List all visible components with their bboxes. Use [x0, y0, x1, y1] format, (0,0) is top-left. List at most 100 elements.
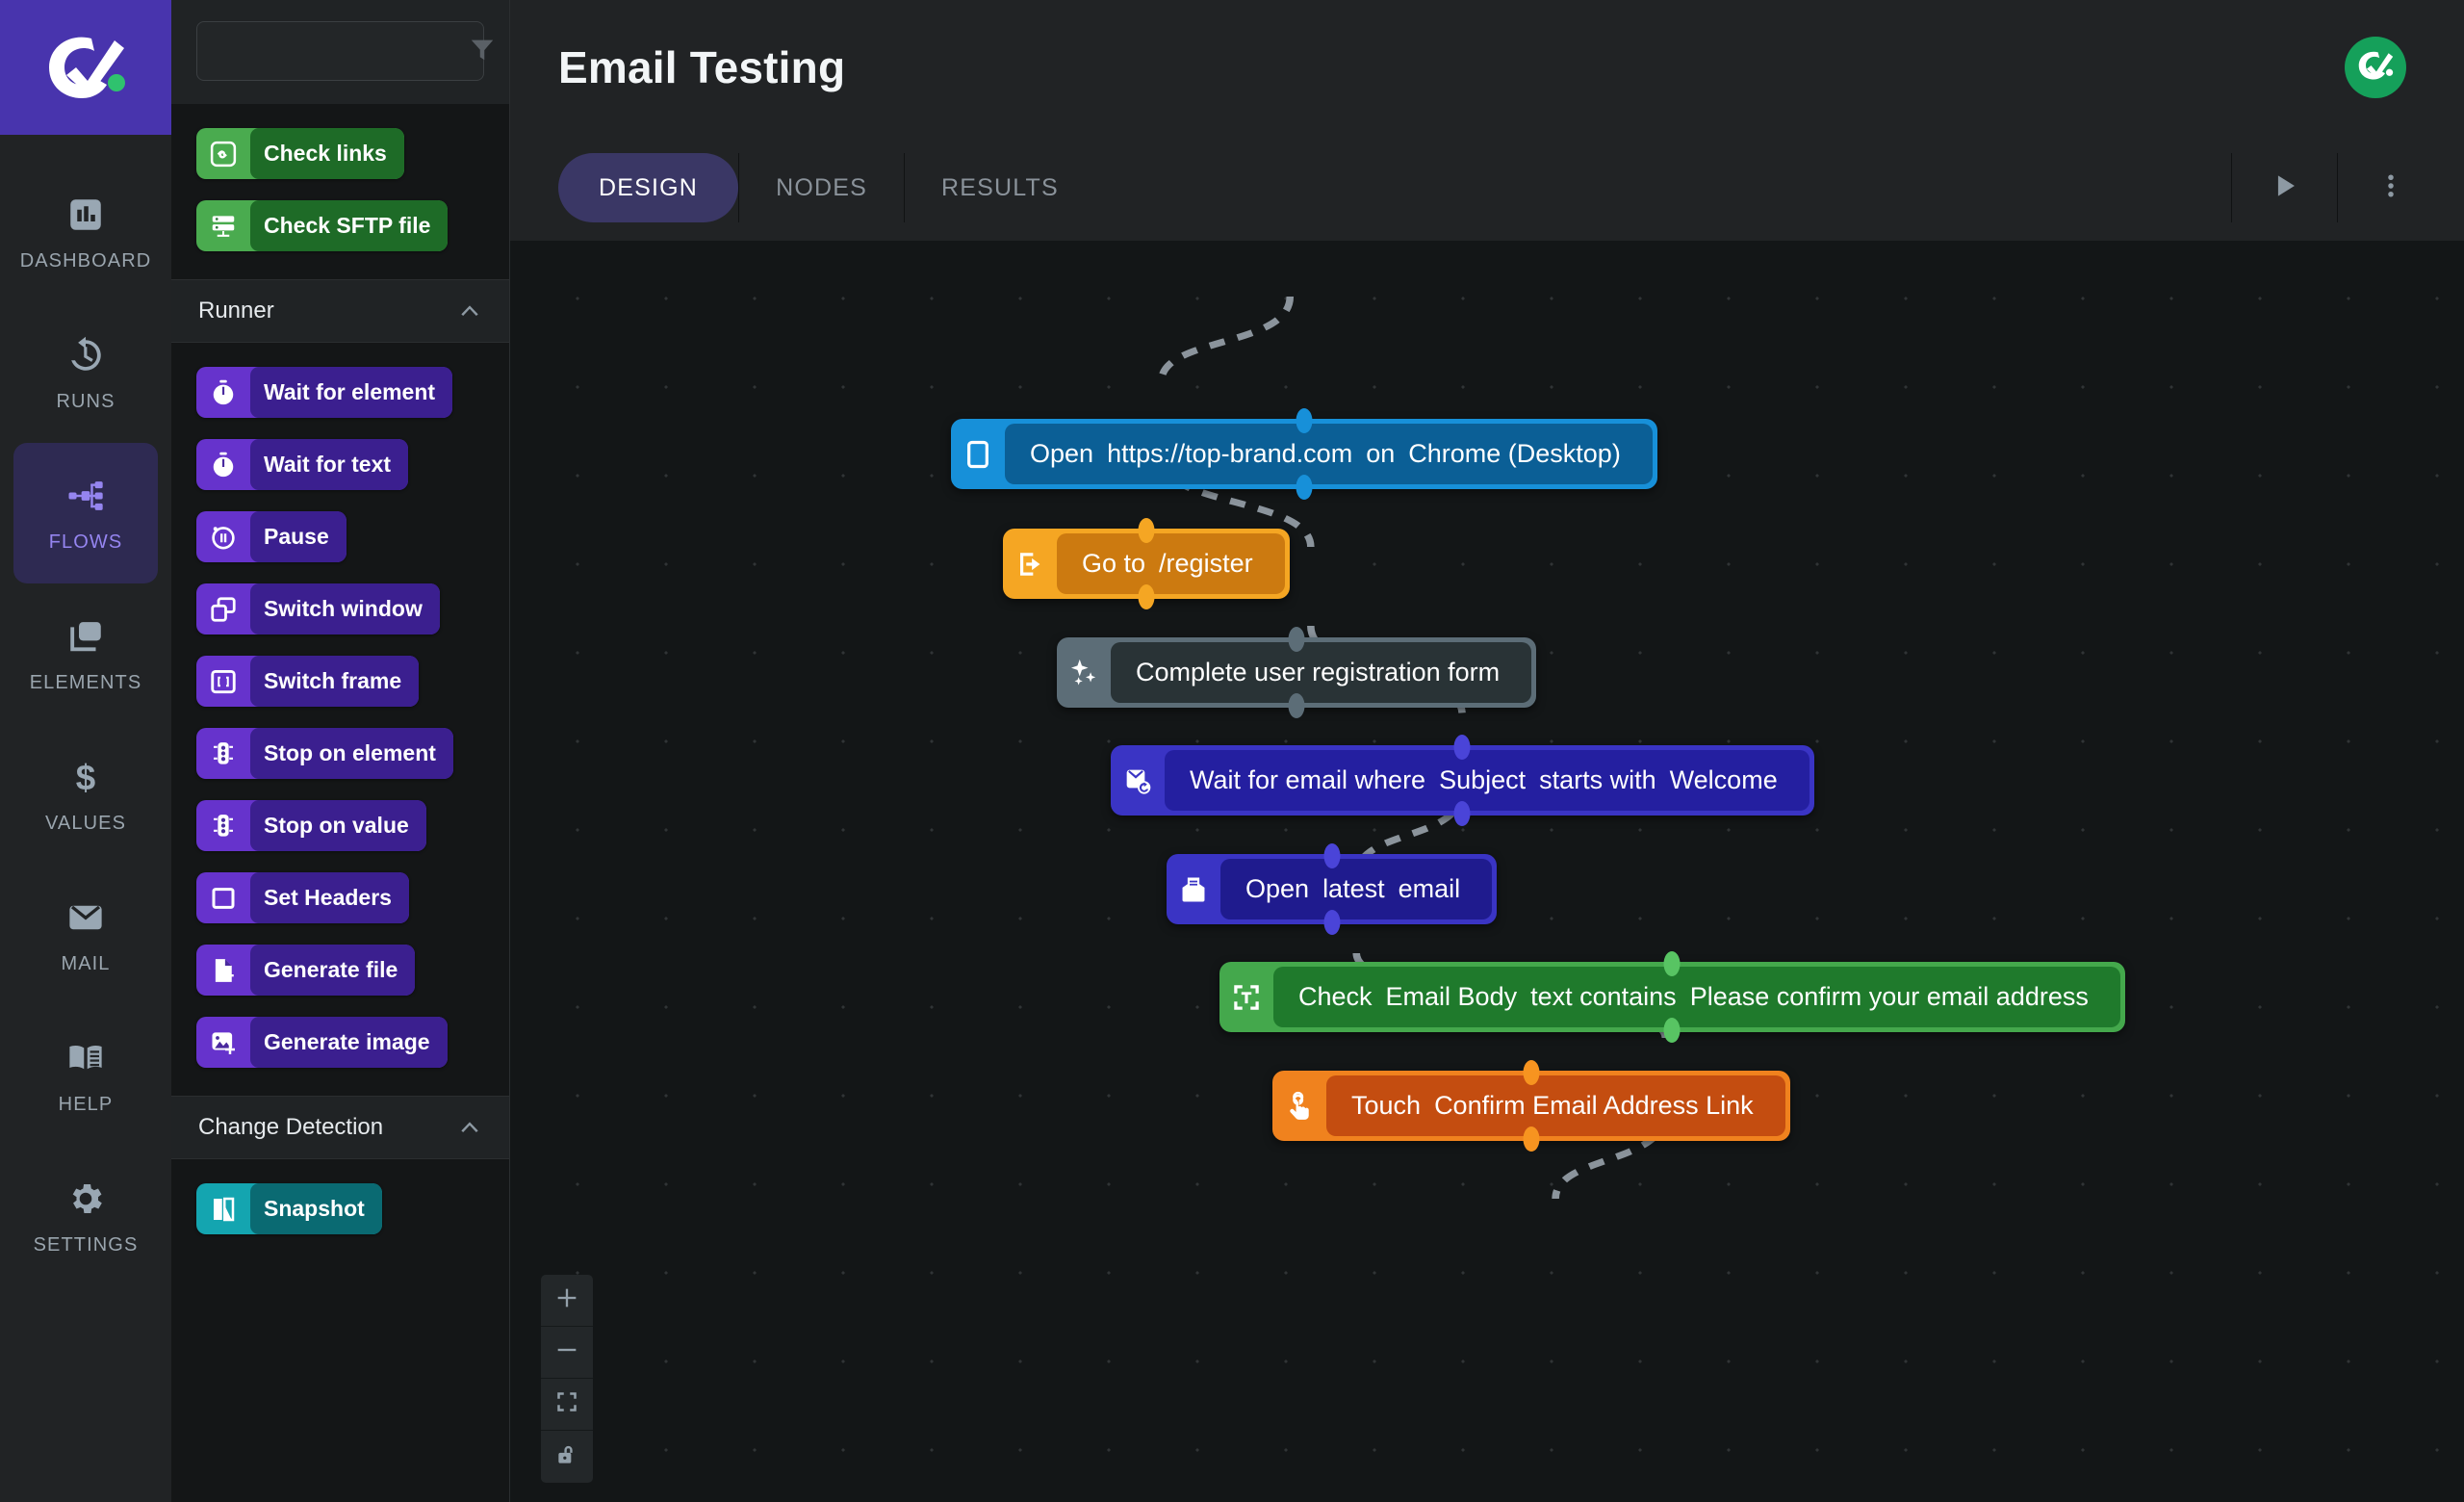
unlock-padlock-icon [554, 1442, 579, 1472]
tab-design[interactable]: DESIGN [558, 153, 739, 222]
minus-icon [553, 1336, 580, 1368]
palette-chip-snapshot[interactable]: Snapshot [196, 1183, 382, 1234]
flow-node-touch-confirm-link[interactable]: Touch Confirm Email Address Link [1272, 1060, 1790, 1152]
palette-group-header-change-detection[interactable]: Change Detection [171, 1096, 509, 1159]
fit-view-button[interactable] [541, 1379, 593, 1431]
sidebar-item-runs[interactable]: RUNS [13, 302, 158, 443]
open-envelope-icon [1167, 854, 1220, 924]
palette-chip-switch-window[interactable]: Switch window [196, 583, 440, 634]
sidebar-item-dashboard[interactable]: DASHBOARD [13, 162, 158, 302]
zoom-in-button[interactable] [541, 1275, 593, 1327]
sidebar-item-label: SETTINGS [33, 1233, 139, 1256]
node-output-port[interactable] [1323, 910, 1341, 935]
node-input-port[interactable] [1453, 735, 1471, 760]
flow-node-open-latest-email[interactable]: Open latest email [1167, 843, 1498, 935]
node-input-port[interactable] [1323, 843, 1341, 868]
palette-chip-stop-on-element[interactable]: Stop on element [196, 728, 453, 779]
envelope-icon [64, 895, 108, 940]
flow-node-complete-registration-form[interactable]: Complete user registration form [1057, 627, 1537, 718]
node-part: Subject [1439, 765, 1527, 794]
node-input-port[interactable] [1288, 627, 1305, 652]
checkly-avatar-icon [2356, 48, 2395, 88]
play-icon [2269, 169, 2301, 207]
palette-filter-box[interactable] [196, 21, 494, 81]
canvas-zoom-controls [541, 1275, 593, 1483]
node-part: /register [1159, 549, 1253, 578]
book-open-icon [64, 1036, 108, 1080]
node-part: Complete user registration form [1136, 658, 1501, 686]
flow-node-label: Open https://top-brand.com on Chrome (Deskt… [1005, 424, 1653, 484]
palette-group-change-detection: Snapshot [171, 1159, 509, 1262]
palette-chip-generate-file[interactable]: Generate file [196, 945, 416, 996]
palette-chip-pause[interactable]: Pause [196, 511, 346, 562]
node-input-port[interactable] [1523, 1060, 1540, 1085]
palette-chip-wait-for-element[interactable]: Wait for element [196, 367, 453, 418]
tap-finger-icon [1272, 1071, 1326, 1141]
palette-chip-label: Switch frame [250, 656, 420, 707]
chevron-up-icon[interactable] [457, 1113, 482, 1143]
flow-node-label: Wait for email where Subject starts with We… [1165, 750, 1810, 811]
tab-nodes[interactable]: NODES [738, 153, 904, 222]
flow-node-label: Open latest email [1220, 859, 1493, 919]
checkly-logo-icon [43, 33, 128, 102]
flow-node-go-to-register[interactable]: Go to/register [1003, 518, 1290, 609]
node-output-port[interactable] [1296, 475, 1313, 500]
node-input-port[interactable] [1138, 518, 1155, 543]
avatar[interactable] [2345, 37, 2406, 98]
flow-canvas[interactable]: Open https://top-brand.com on Chrome (Deskt… [510, 241, 2464, 1502]
zoom-out-button[interactable] [541, 1327, 593, 1379]
palette-filter-wrap [171, 0, 509, 104]
tab-results[interactable]: RESULTS [903, 153, 1095, 222]
palette-chip-check-links[interactable]: Check links [196, 128, 404, 179]
palette-chip-stop-on-value[interactable]: Stop on value [196, 800, 426, 851]
flow-node-wait-for-email[interactable]: Wait for email where Subject starts with We… [1111, 735, 1814, 826]
browser-window-icon [951, 419, 1005, 489]
node-input-port[interactable] [1296, 408, 1313, 433]
sidebar-item-mail[interactable]: MAIL [13, 865, 158, 1005]
node-part: Confirm Email Address Link [1434, 1091, 1754, 1120]
flow-node-label: Complete user registration form [1111, 642, 1532, 703]
flow-node-check-email-body[interactable]: Check Email Body text contains Please confi… [1219, 951, 2125, 1043]
palette-chip-label: Pause [250, 511, 346, 562]
palette-group-title: Change Detection [198, 1114, 384, 1140]
node-output-port[interactable] [1453, 801, 1471, 826]
palette-chip-label: Check SFTP file [250, 200, 449, 251]
app-logo[interactable] [0, 0, 171, 135]
run-button[interactable] [2231, 153, 2337, 222]
node-output-port[interactable] [1663, 1018, 1681, 1043]
chevron-up-icon[interactable] [457, 297, 482, 326]
palette-chip-label: Snapshot [250, 1183, 382, 1234]
palette-group-header-runner[interactable]: Runner [171, 279, 509, 343]
ai-sparkles-icon [1057, 637, 1111, 708]
flow-node-open-url[interactable]: Open https://top-brand.com on Chrome (Deskt… [951, 408, 1657, 500]
sidebar-item-elements[interactable]: ELEMENTS [13, 583, 158, 724]
sidebar-item-flows[interactable]: FLOWS [13, 443, 158, 583]
palette-chip-label: Wait for element [250, 367, 453, 418]
sidebar-item-help[interactable]: HELP [13, 1005, 158, 1146]
image-plus-icon [196, 1017, 250, 1068]
more-options-button[interactable] [2337, 153, 2443, 222]
node-input-port[interactable] [1663, 951, 1681, 976]
node-part: Email Body [1385, 982, 1518, 1011]
sidebar-item-label: HELP [58, 1093, 114, 1115]
traffic-light-icon [196, 800, 250, 851]
flow-node-label: Touch Confirm Email Address Link [1326, 1075, 1785, 1136]
node-output-port[interactable] [1288, 693, 1305, 718]
palette-chip-label: Generate image [250, 1017, 448, 1068]
server-icon [196, 200, 250, 251]
palette-chip-set-headers[interactable]: Set Headers [196, 872, 409, 923]
sidebar-item-settings[interactable]: SETTINGS [13, 1146, 158, 1286]
palette-chip-switch-frame[interactable]: Switch frame [196, 656, 420, 707]
gear-icon [64, 1177, 108, 1221]
palette-chip-generate-image[interactable]: Generate image [196, 1017, 448, 1068]
node-output-port[interactable] [1138, 584, 1155, 609]
lock-canvas-button[interactable] [541, 1431, 593, 1483]
palette-chip-check-sftp-file[interactable]: Check SFTP file [196, 200, 449, 251]
fit-frame-icon [554, 1389, 579, 1419]
palette-chip-wait-for-text[interactable]: Wait for text [196, 439, 409, 490]
palette-chip-label: Set Headers [250, 872, 409, 923]
sidebar-item-values[interactable]: $ VALUES [13, 724, 158, 865]
palette-filter-input[interactable] [213, 39, 468, 63]
node-part: Chrome (Desktop) [1408, 439, 1621, 468]
node-output-port[interactable] [1523, 1126, 1540, 1152]
